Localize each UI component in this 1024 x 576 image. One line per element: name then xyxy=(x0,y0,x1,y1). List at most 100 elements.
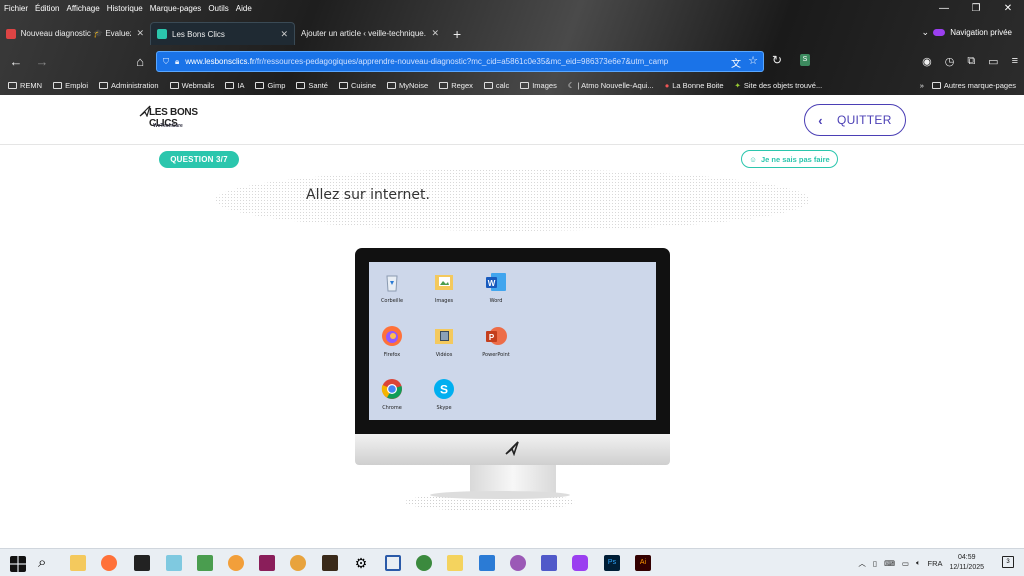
site-logo[interactable]: LES BONS CLICS WeTechCare xyxy=(139,105,199,137)
close-tab-icon[interactable]: ✕ xyxy=(431,28,439,39)
menu-hamburger-icon[interactable]: ≡ xyxy=(1012,55,1018,67)
app-id-icon[interactable] xyxy=(259,555,275,571)
menu-fichier[interactable]: Fichier xyxy=(4,4,28,13)
file-explorer-icon[interactable] xyxy=(70,555,86,571)
bookmark-item[interactable]: IA xyxy=(225,81,244,90)
firefox-private-icon[interactable] xyxy=(572,555,588,571)
menu-outils[interactable]: Outils xyxy=(208,4,228,13)
bookmark-item[interactable]: MyNoise xyxy=(387,81,428,90)
svg-text:W: W xyxy=(488,279,496,288)
app-search-green-icon[interactable] xyxy=(416,555,432,571)
desktop-icon-powerpoint[interactable]: P PowerPoint xyxy=(474,325,518,358)
bookmark-label: Gimp xyxy=(267,80,286,90)
restore-icon[interactable]: ❐ xyxy=(960,0,992,18)
close-window-icon[interactable]: ✕ xyxy=(992,0,1024,18)
chevron-down-icon[interactable]: ⌄ xyxy=(921,21,929,44)
bookmark-star-icon[interactable]: ☆ xyxy=(748,54,758,67)
back-icon[interactable]: ← xyxy=(3,54,29,69)
new-tab-button[interactable]: + xyxy=(445,26,469,42)
bookmark-item[interactable]: Regex xyxy=(439,81,473,90)
search-icon[interactable]: ⌕ xyxy=(38,555,54,571)
menu-marque-pages[interactable]: Marque-pages xyxy=(150,4,202,13)
lock-icon[interactable]: 🔒︎ xyxy=(175,57,179,67)
tab-les-bons-clics[interactable]: Les Bons Clics ✕ xyxy=(150,22,295,45)
desktop-icon-videos[interactable]: Vidéos xyxy=(422,325,466,358)
menu-historique[interactable]: Historique xyxy=(107,4,143,13)
extension-icon[interactable]: S xyxy=(800,54,810,66)
url-bar[interactable]: ⛉ 🔒︎ www.lesbonsclics.fr/fr/ressources-p… xyxy=(156,51,764,72)
teams-icon[interactable] xyxy=(541,555,557,571)
keyboard-icon[interactable]: ⌨ xyxy=(884,559,895,568)
network-icon[interactable]: ▭ xyxy=(902,559,909,568)
volume-icon[interactable]: 🔈︎ xyxy=(916,558,921,568)
shield-icon[interactable]: ⛉ xyxy=(163,57,169,67)
bookmark-item[interactable]: Santé xyxy=(296,81,328,90)
account-icon[interactable]: ◉ xyxy=(922,55,932,68)
windows-start-icon[interactable] xyxy=(10,556,26,572)
illustrator-icon[interactable]: Ai xyxy=(635,555,651,571)
sidebar-icon[interactable]: ▭ xyxy=(988,55,998,68)
bookmark-item[interactable]: Webmails xyxy=(169,81,214,90)
bookmark-item[interactable]: ● La Bonne Boite xyxy=(665,81,724,90)
bookmark-item[interactable]: REMN xyxy=(8,81,42,90)
skype-icon: S xyxy=(433,378,455,400)
bookmark-item[interactable]: Cuisine xyxy=(338,80,376,90)
app-colorful-icon[interactable] xyxy=(510,555,526,571)
desktop-icon-label: PowerPoint xyxy=(482,352,510,358)
tab-ajouter-article[interactable]: Ajouter un article ‹ veille-technique.fr… xyxy=(295,22,445,45)
menu-edition[interactable]: Édition xyxy=(35,4,59,13)
close-tab-icon[interactable]: ✕ xyxy=(280,29,288,40)
desktop-icon-label: Word xyxy=(489,298,503,304)
menu-aide[interactable]: Aide xyxy=(236,4,252,13)
terminal-icon[interactable] xyxy=(134,555,150,571)
bookmark-label: IA xyxy=(237,80,245,90)
forward-icon[interactable]: → xyxy=(29,54,55,69)
desktop-icon-skype[interactable]: S Skype xyxy=(422,378,466,411)
app-f-icon[interactable] xyxy=(322,555,338,571)
app-frame-icon[interactable] xyxy=(385,555,401,571)
minimize-icon[interactable]: — xyxy=(928,0,960,18)
bookmark-item[interactable]: Gimp xyxy=(255,81,285,90)
bookmark-item[interactable]: Images xyxy=(520,81,557,90)
other-bookmarks[interactable]: Autres marque-pages xyxy=(931,81,1016,90)
bookmark-label: Cuisine xyxy=(350,80,376,90)
usb-icon[interactable]: ▯ xyxy=(873,559,877,568)
translate-icon[interactable]: 文 xyxy=(731,55,741,70)
more-bookmarks-icon[interactable]: » xyxy=(920,81,924,90)
firefox-taskbar-icon[interactable] xyxy=(101,555,117,571)
bookmark-item[interactable]: ☾ | Atmo Nouvelle-Aqui... xyxy=(568,81,654,90)
settings-gear-icon[interactable]: ⚙ xyxy=(353,555,369,571)
question-progress-badge: QUESTION 3/7 xyxy=(159,151,239,168)
clock[interactable]: 04:59 12/11/2025 xyxy=(949,553,984,573)
bookmark-item[interactable]: Emploi xyxy=(53,81,88,90)
desktop-icon-word[interactable]: W Word xyxy=(474,271,518,304)
history-icon[interactable]: ◷ xyxy=(945,55,955,68)
quit-button[interactable]: ‹ QUITTER xyxy=(804,104,906,136)
extensions-icon[interactable]: ⧉ xyxy=(967,55,975,68)
desktop-icon-firefox[interactable]: Firefox xyxy=(370,325,414,358)
dont-know-button[interactable]: ☺ Je ne sais pas faire xyxy=(741,150,838,168)
tab-nouveau-diagnostic[interactable]: Nouveau diagnostic 🎓 Evaluez le ✕ xyxy=(0,22,150,45)
close-tab-icon[interactable]: ✕ xyxy=(136,28,144,39)
desktop-icon-chrome[interactable]: Chrome xyxy=(370,378,414,411)
bookmark-item[interactable]: calc xyxy=(483,81,509,90)
desktop-icon-corbeille[interactable]: Corbeille xyxy=(370,271,414,304)
menu-affichage[interactable]: Affichage xyxy=(66,4,99,13)
desktop-icon-images[interactable]: Images xyxy=(422,271,466,304)
python-icon[interactable] xyxy=(447,555,463,571)
language-indicator[interactable]: FRA xyxy=(927,559,942,568)
vscode-icon[interactable] xyxy=(479,555,495,571)
reload-icon[interactable]: ↻ xyxy=(772,53,782,67)
bookmark-item[interactable]: ✦ Site des objets trouvé... xyxy=(735,81,823,90)
magnifier-app-icon[interactable] xyxy=(228,555,244,571)
app-icon[interactable] xyxy=(166,555,182,571)
chevron-up-icon[interactable]: ︿ xyxy=(858,558,866,569)
app-globe-icon[interactable] xyxy=(290,555,306,571)
home-icon[interactable]: ⌂ xyxy=(127,54,153,69)
notepad-icon[interactable] xyxy=(197,555,213,571)
site-header: LES BONS CLICS WeTechCare ‹ QUITTER xyxy=(0,95,1024,145)
bookmark-item[interactable]: Administration xyxy=(99,81,159,90)
photoshop-icon[interactable]: Ps xyxy=(604,555,620,571)
images-folder-icon xyxy=(433,271,455,293)
notification-icon[interactable]: 3 xyxy=(1002,556,1014,568)
